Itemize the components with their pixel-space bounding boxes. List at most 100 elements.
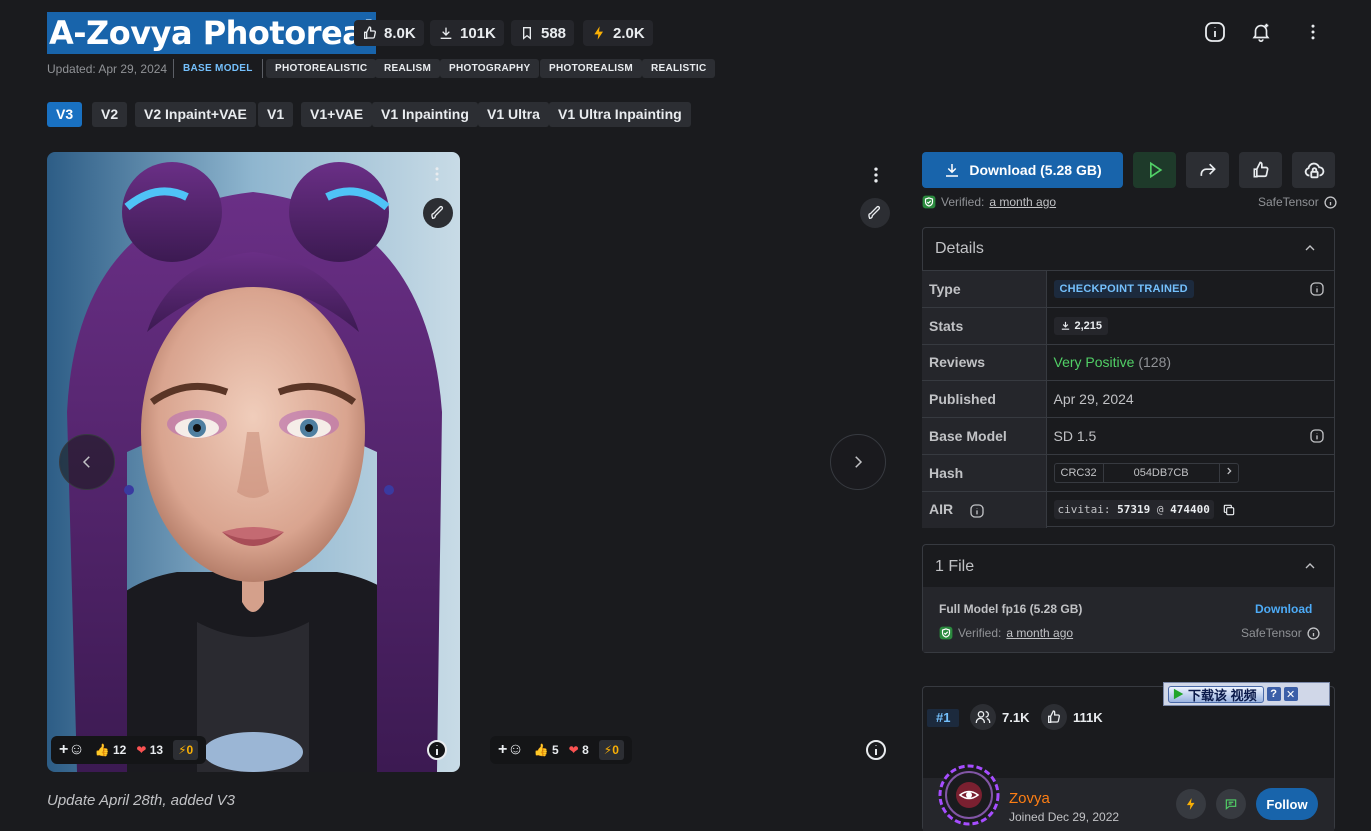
info-icon[interactable] [1309, 428, 1325, 444]
buzz-reaction[interactable]: ⚡0 [598, 740, 624, 760]
info-icon[interactable] [1324, 195, 1337, 209]
downloads-stat-value: 2,215 [1074, 319, 1103, 332]
add-reaction-button[interactable]: +☺ [59, 741, 85, 759]
copy-icon[interactable] [1222, 503, 1236, 517]
air-label-cell: AIR [922, 490, 1047, 529]
notify-button[interactable] [1243, 14, 1279, 50]
version-tab-v1-ultra[interactable]: V1 Ultra [478, 102, 549, 127]
chat-button[interactable] [1216, 789, 1246, 819]
file-safetensor-label: SafeTensor [1241, 626, 1320, 640]
version-tab-v1-ultra-inpainting[interactable]: V1 Ultra Inpainting [549, 102, 691, 127]
tag-realism[interactable]: REALISM [375, 59, 441, 78]
hash-box[interactable]: CRC32 054DB7CB [1053, 462, 1239, 483]
files-collapse-button[interactable] [1302, 558, 1318, 579]
download-button[interactable]: Download (5.28 GB) [922, 152, 1123, 188]
version-tab-v1-inpainting[interactable]: V1 Inpainting [372, 102, 478, 127]
heart-reaction[interactable]: ❤ 8 [569, 743, 589, 757]
like-button[interactable] [1239, 152, 1282, 188]
chevron-right-icon [855, 456, 863, 468]
thumbs-reaction[interactable]: 👍 5 [534, 743, 559, 757]
safetensor-label: SafeTensor [1258, 195, 1337, 209]
help-icon[interactable]: ? [1266, 687, 1281, 701]
reviews-cell[interactable]: Very Positive (128) [1046, 343, 1335, 381]
verified-time-link[interactable]: a month ago [989, 195, 1056, 209]
image2-info-button[interactable] [864, 738, 888, 762]
follow-button[interactable]: Follow [1256, 788, 1318, 820]
creator-followers-stat: 7.1K [970, 704, 1029, 730]
close-icon[interactable]: ✕ [1283, 687, 1298, 701]
version-tab-v2[interactable]: V2 [92, 102, 128, 127]
details-row-type: Type CHECKPOINT TRAINED [922, 270, 1335, 308]
air-code[interactable]: civitai: 57319 @ 474400 [1053, 500, 1214, 520]
base-model-value: SD 1.5 [1053, 428, 1097, 445]
details-row-base-model: Base Model SD 1.5 [922, 417, 1335, 455]
verified-status: Verified: a month ago [922, 195, 1056, 209]
tag-photorealistic[interactable]: PHOTOREALISTIC [266, 59, 377, 78]
bolt-icon [1186, 798, 1195, 810]
buzz-reaction[interactable]: ⚡0 [173, 740, 199, 760]
download-icon [946, 164, 959, 177]
version-tab-v1[interactable]: V1 [258, 102, 294, 127]
bolt-icon [594, 26, 603, 40]
published-label: Published [922, 380, 1047, 418]
share-button[interactable] [1186, 152, 1229, 188]
file-name: Full Model fp16 (5.28 GB) [939, 602, 1083, 616]
likes-stat[interactable]: 8.0K [354, 20, 424, 46]
info-button[interactable] [1197, 14, 1233, 50]
details-row-hash: Hash CRC32 054DB7CB [922, 453, 1335, 492]
air-label: AIR [929, 501, 954, 518]
chevron-up-icon [1305, 563, 1315, 569]
thumbs-count: 5 [551, 743, 559, 757]
creator-avatar[interactable] [938, 764, 1000, 826]
hash-next-button[interactable] [1220, 466, 1238, 479]
info-icon[interactable] [969, 503, 985, 519]
carousel-next-button[interactable] [830, 434, 886, 490]
hash-type[interactable]: CRC32 [1055, 463, 1104, 482]
more-menu-button[interactable] [1295, 14, 1331, 50]
thumbs-reaction[interactable]: 👍 12 [95, 743, 127, 757]
download-icon [440, 27, 452, 39]
chevron-right-icon [1226, 468, 1232, 475]
image-menu-button[interactable] [428, 164, 446, 189]
tip-buzz-button[interactable] [1176, 789, 1206, 819]
file-verified-time-link[interactable]: a month ago [1006, 626, 1073, 640]
tag-photography[interactable]: PHOTOGRAPHY [440, 59, 540, 78]
info-icon [427, 740, 447, 760]
run-button[interactable] [1133, 152, 1176, 188]
remix-button[interactable] [423, 198, 453, 228]
cloud-lock-button[interactable] [1292, 152, 1335, 188]
base-model-tag[interactable]: BASE MODEL [173, 59, 263, 78]
heart-reaction[interactable]: ❤ 13 [136, 743, 163, 757]
info-icon[interactable] [1307, 626, 1320, 640]
shield-check-icon [922, 195, 936, 209]
details-collapse-button[interactable] [1302, 240, 1318, 261]
air-prefix: civitai: [1057, 503, 1111, 517]
hash-value[interactable]: 054DB7CB [1104, 463, 1220, 482]
version-tab-v1-vae[interactable]: V1+VAE [301, 102, 373, 127]
image-info-button[interactable] [425, 738, 449, 762]
air-cell: civitai: 57319 @ 474400 [1046, 490, 1335, 529]
details-title: Details [935, 240, 984, 257]
stats-label: Stats [922, 306, 1047, 345]
image2-menu-button[interactable] [866, 163, 886, 192]
video-download-button[interactable]: 下载该 视频 [1168, 685, 1264, 703]
image2-remix-button[interactable] [860, 198, 890, 228]
bookmark-icon [523, 27, 531, 40]
version-tab-v3[interactable]: V3 [47, 102, 83, 127]
carousel-prev-button[interactable] [59, 434, 115, 490]
add-reaction-button[interactable]: +☺ [498, 741, 524, 759]
likes-count: 8.0K [384, 24, 416, 42]
bookmarks-stat[interactable]: 588 [511, 20, 575, 46]
updated-date: Updated: Apr 29, 2024 [47, 62, 168, 76]
creator-name[interactable]: Zovya [1009, 790, 1050, 807]
base-model-label: Base Model [922, 417, 1047, 455]
buzz-stat[interactable]: 2.0K [583, 20, 653, 46]
version-tab-v2-inpaint-vae[interactable]: V2 Inpaint+VAE [135, 102, 256, 127]
info-icon[interactable] [1309, 281, 1325, 297]
tag-photorealism[interactable]: PHOTOREALISM [540, 59, 642, 78]
file-download-link[interactable]: Download [1255, 602, 1312, 616]
video-download-overlay[interactable]: 下载该 视频 ? ✕ [1163, 682, 1330, 706]
tag-realistic[interactable]: REALISTIC [642, 59, 716, 78]
play-icon [1149, 161, 1162, 179]
chat-icon [1225, 799, 1237, 810]
